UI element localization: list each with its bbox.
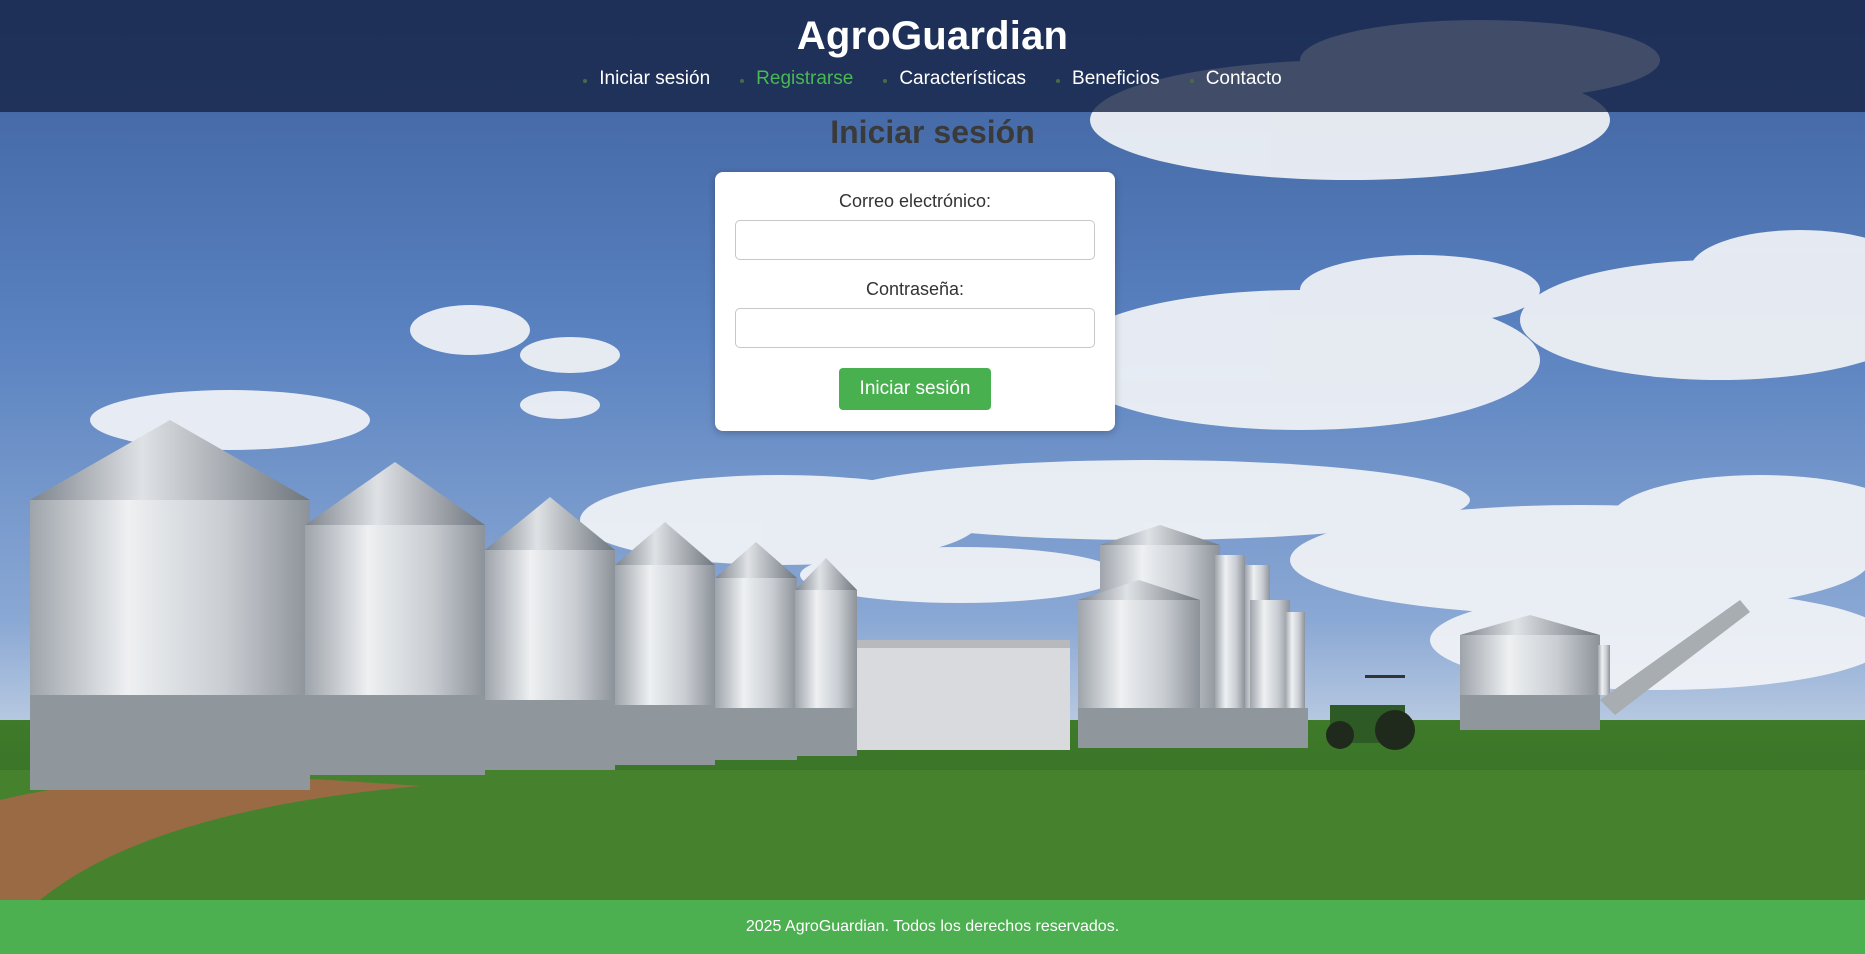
nav-item-iniciar-sesion[interactable]: Iniciar sesión bbox=[568, 68, 725, 90]
site-footer: 2025 AgroGuardian. Todos los derechos re… bbox=[0, 900, 1865, 954]
nav-item-beneficios[interactable]: Beneficios bbox=[1041, 68, 1175, 90]
login-title: Iniciar sesión bbox=[830, 114, 1035, 150]
bullet-icon bbox=[740, 78, 745, 83]
nav-item-label: Contacto bbox=[1205, 68, 1282, 89]
bullet-icon bbox=[1189, 78, 1194, 83]
nav-item-label: Registrarse bbox=[756, 68, 854, 89]
site-header: AgroGuardian Iniciar sesión Registrarse … bbox=[0, 0, 1865, 112]
email-label: Correo electrónico: bbox=[838, 191, 992, 211]
bullet-icon bbox=[883, 78, 888, 83]
nav-item-caracteristicas[interactable]: Características bbox=[868, 68, 1041, 90]
main-nav: Iniciar sesión Registrarse Característic… bbox=[0, 68, 1865, 90]
footer-copyright: 2025 AgroGuardian. Todos los derechos re… bbox=[745, 918, 1120, 935]
password-label: Contraseña: bbox=[865, 279, 965, 299]
bullet-icon bbox=[1056, 78, 1061, 83]
nav-item-registrarse[interactable]: Registrarse bbox=[725, 68, 868, 90]
login-submit-button[interactable]: Iniciar sesión bbox=[839, 368, 991, 410]
email-field[interactable] bbox=[735, 220, 1095, 260]
page: AgroGuardian Iniciar sesión Registrarse … bbox=[0, 0, 1865, 954]
brand-logo-text[interactable]: AgroGuardian bbox=[0, 14, 1865, 59]
login-form: Correo electrónico: Contraseña: Iniciar … bbox=[715, 172, 1115, 431]
nav-item-contacto[interactable]: Contacto bbox=[1175, 68, 1297, 90]
nav-item-label: Características bbox=[899, 68, 1027, 89]
password-field[interactable] bbox=[735, 308, 1095, 348]
bullet-icon bbox=[583, 78, 588, 83]
nav-item-label: Beneficios bbox=[1072, 68, 1160, 89]
nav-item-label: Iniciar sesión bbox=[599, 68, 711, 89]
